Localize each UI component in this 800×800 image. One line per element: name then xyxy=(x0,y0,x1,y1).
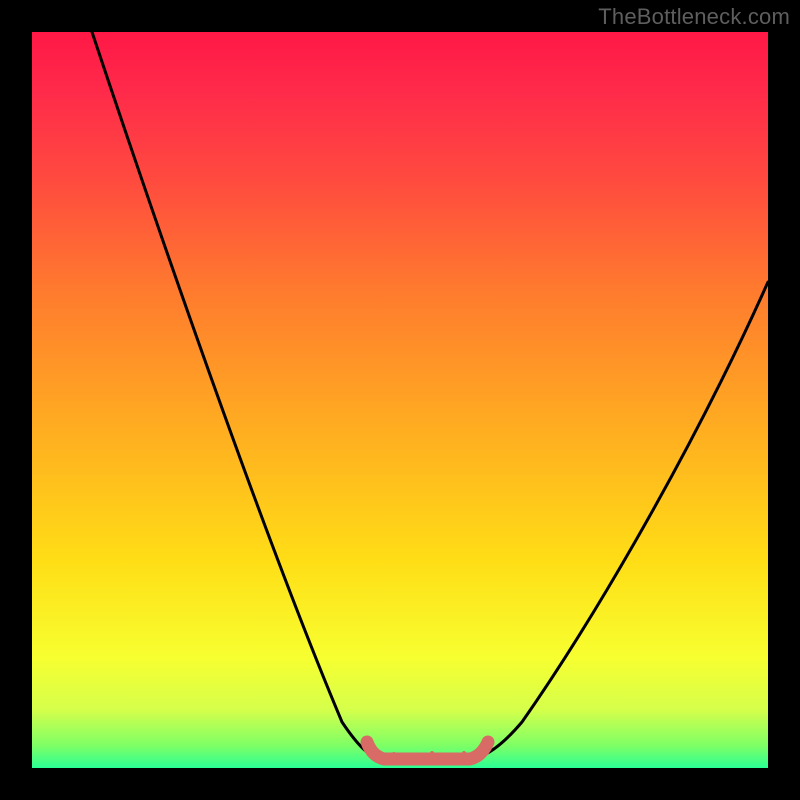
bottleneck-curve xyxy=(32,32,768,768)
watermark-text: TheBottleneck.com xyxy=(598,4,790,30)
sweet-spot-marker xyxy=(367,742,488,759)
chart-stage: TheBottleneck.com xyxy=(0,0,800,800)
plot-area xyxy=(32,32,768,768)
curve-path xyxy=(92,32,768,759)
